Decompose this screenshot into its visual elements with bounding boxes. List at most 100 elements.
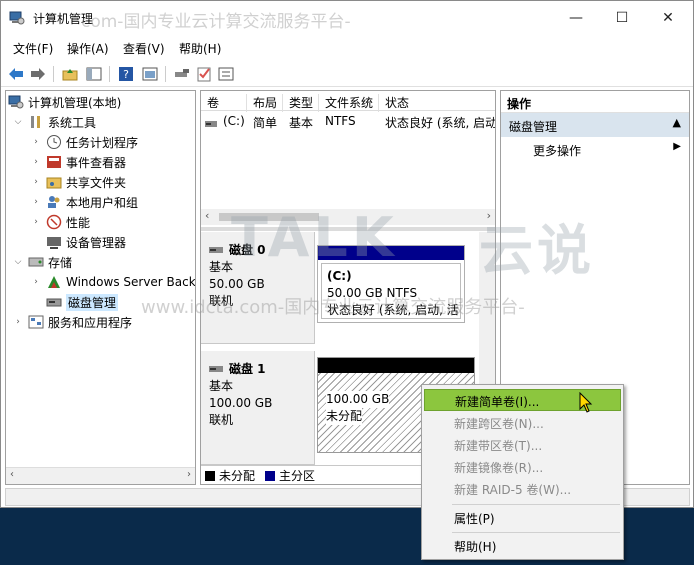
scroll-left-icon[interactable]: ‹ [10, 469, 14, 480]
more-actions-item[interactable]: 更多操作 ▶ [501, 137, 689, 161]
computer-management-icon [8, 94, 24, 110]
tree-label: 事件查看器 [66, 155, 127, 170]
column-header-layout[interactable]: 布局 [247, 94, 283, 112]
tree-item-root[interactable]: 计算机管理(本地) [6, 92, 121, 112]
tree-item-storage[interactable]: ⌵ 存储 [12, 252, 72, 272]
toolbar: ? [1, 61, 693, 87]
toolbar-separator [53, 66, 54, 82]
event-viewer-icon [46, 154, 62, 170]
maximize-button[interactable]: ☐ [599, 1, 645, 35]
partition-status: 状态良好 (系统, 启动, 活 [327, 303, 459, 317]
menu-item-new-mirrored-volume[interactable]: 新建镜像卷(R)... [424, 456, 621, 478]
console-tree: 计算机管理(本地) ⌵ 系统工具 › 任务计划程序 › 事件查看器 › 共享文件… [5, 90, 196, 485]
tree-item-system-tools[interactable]: ⌵ 系统工具 [12, 112, 96, 132]
tree-item-shared-folders[interactable]: › 共享文件夹 [30, 172, 126, 192]
tree-item-services-apps[interactable]: › 服务和应用程序 [12, 312, 132, 332]
cell-volume: (C:) [223, 114, 245, 128]
menu-item-new-raid5-volume[interactable]: 新建 RAID-5 卷(W)... [424, 478, 621, 500]
storage-icon [28, 254, 44, 270]
volume-drive-icon [205, 117, 217, 131]
volume-list-header: 卷 布局 类型 文件系统 状态 [201, 91, 495, 112]
menu-action[interactable]: 操作(A) [67, 40, 109, 57]
clock-icon [46, 134, 62, 150]
chevron-right-icon[interactable]: › [30, 277, 42, 287]
disk-type: 基本 [209, 379, 234, 393]
legend-swatch-primary [265, 470, 276, 481]
tree-label: 磁盘管理 [66, 293, 119, 311]
check-icon[interactable] [195, 65, 213, 83]
more-actions-label: 更多操作 [533, 144, 582, 158]
menu-view[interactable]: 查看(V) [123, 40, 165, 57]
menu-item-new-spanned-volume[interactable]: 新建跨区卷(N)... [424, 412, 621, 434]
partition-status: 未分配 [326, 408, 363, 425]
toolbar-separator [165, 66, 166, 82]
minimize-icon: — [569, 10, 583, 26]
shared-folder-icon [46, 174, 62, 190]
disk-state: 联机 [209, 413, 234, 427]
toolbar-separator [109, 66, 110, 82]
chevron-right-icon[interactable]: › [30, 217, 42, 227]
mouse-cursor-icon [579, 392, 593, 413]
chevron-right-icon[interactable]: › [30, 197, 42, 207]
users-icon [46, 194, 62, 210]
backup-icon [46, 274, 62, 290]
menu-item-help[interactable]: 帮助(H) [424, 535, 621, 557]
close-button[interactable]: ✕ [645, 1, 691, 35]
menu-file[interactable]: 文件(F) [13, 40, 53, 57]
unallocated-bar [318, 358, 474, 373]
disk-state: 联机 [209, 294, 234, 308]
tree-item-performance[interactable]: › 性能 [30, 212, 90, 232]
chevron-right-icon[interactable]: › [30, 157, 42, 167]
chevron-right-icon[interactable]: › [30, 177, 42, 187]
column-header-filesystem[interactable]: 文件系统 [319, 94, 379, 112]
actions-section-disk-management[interactable]: 磁盘管理 ▲ [501, 113, 689, 137]
disk-size: 50.00 GB [209, 277, 265, 291]
menu-item-properties[interactable]: 属性(P) [424, 507, 621, 529]
back-arrow-icon[interactable] [7, 65, 25, 83]
disk-1-label[interactable]: 磁盘 1 基本 100.00 GB 联机 [201, 351, 315, 465]
folder-up-icon[interactable] [61, 65, 79, 83]
list-icon[interactable] [217, 65, 235, 83]
submenu-arrow-icon: ▶ [673, 141, 681, 152]
help-icon[interactable]: ? [117, 65, 135, 83]
watermark-logo-talk: TALK [231, 206, 398, 269]
table-row[interactable]: (C:) 简单 基本 NTFS 状态良好 (系统, 启动 [201, 112, 495, 131]
disk-size: 100.00 GB [209, 396, 273, 410]
column-header-type[interactable]: 类型 [283, 94, 319, 112]
console-tree-icon[interactable] [85, 65, 103, 83]
column-header-volume[interactable]: 卷 [201, 94, 247, 112]
close-icon: ✕ [662, 10, 674, 26]
scroll-left-icon[interactable]: ‹ [205, 209, 209, 222]
tree-item-device-manager[interactable]: 设备管理器 [42, 232, 126, 252]
column-header-status[interactable]: 状态 [379, 94, 495, 112]
maximize-icon: ☐ [615, 10, 629, 26]
tree-item-event-viewer[interactable]: › 事件查看器 [30, 152, 126, 172]
chevron-down-icon[interactable]: ⌵ [12, 257, 24, 267]
minimize-button[interactable]: — [553, 1, 599, 35]
menu-bar: 文件(F) 操作(A) 查看(V) 帮助(H) [1, 37, 693, 59]
menu-separator [452, 532, 620, 533]
chevron-down-icon[interactable]: ⌵ [12, 117, 24, 127]
computer-management-icon [9, 11, 25, 25]
tree-horizontal-scrollbar[interactable]: ‹ › [6, 467, 195, 484]
collapse-up-icon[interactable]: ▲ [673, 116, 681, 129]
tree-item-local-users[interactable]: › 本地用户和组 [30, 192, 138, 212]
chevron-right-icon[interactable]: › [30, 137, 42, 147]
tree-item-windows-server-backup[interactable]: › Windows Server Back [30, 272, 196, 292]
menu-help[interactable]: 帮助(H) [179, 40, 221, 57]
chevron-right-icon[interactable]: › [12, 317, 24, 327]
tree-label: 存储 [48, 255, 73, 270]
scroll-right-icon[interactable]: › [187, 469, 191, 480]
tree-item-disk-management[interactable]: 磁盘管理 [42, 292, 119, 312]
menu-item-new-striped-volume[interactable]: 新建带区卷(T)... [424, 434, 621, 456]
tree-label: Windows Server Back [66, 275, 196, 289]
cell-type: 基本 [289, 116, 314, 130]
tree-item-task-scheduler[interactable]: › 任务计划程序 [30, 132, 138, 152]
properties-icon[interactable] [141, 65, 159, 83]
watermark-logo-cn: 云说 [479, 219, 595, 282]
partition-label: (C:) [327, 269, 352, 283]
forward-arrow-icon[interactable] [29, 65, 47, 83]
connect-icon[interactable] [173, 65, 191, 83]
tree-label: 服务和应用程序 [48, 315, 133, 330]
performance-icon [46, 214, 62, 230]
